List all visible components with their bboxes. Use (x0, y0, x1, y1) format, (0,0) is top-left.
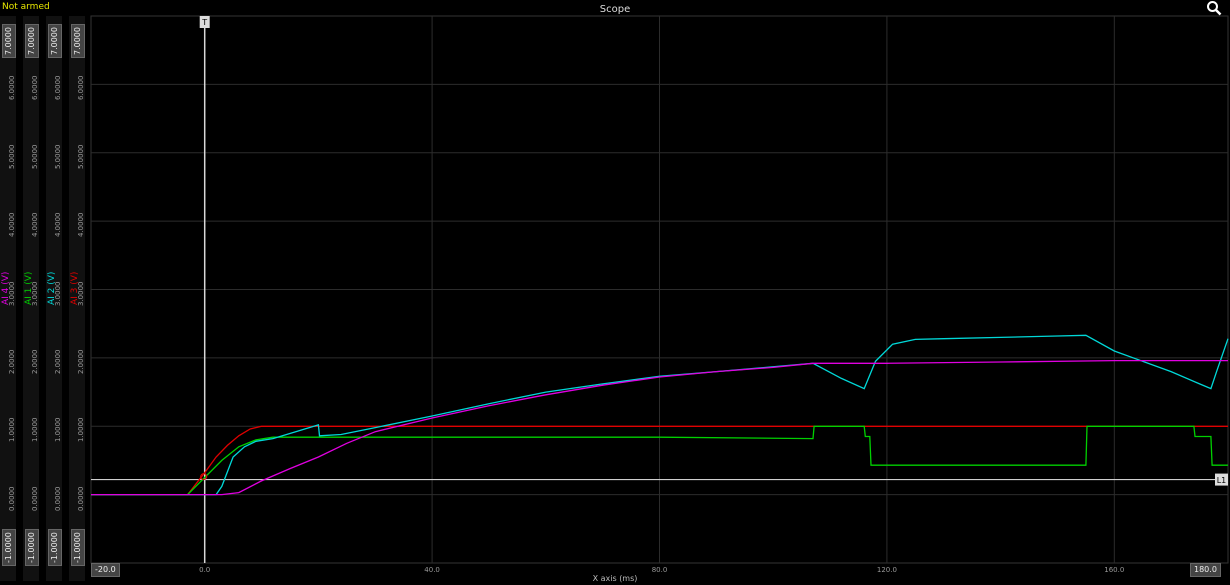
scope-plot[interactable]: L1 T (0, 0, 1230, 585)
x-axis-label: X axis (ms) (592, 574, 638, 583)
x-tick-label: 80.0 (651, 566, 668, 574)
x-tick-label: 40.0 (424, 566, 440, 574)
trigger-marker-label: T (201, 18, 207, 27)
x-tick-label: 0.0 (199, 566, 211, 574)
x-tick-label: 120.0 (876, 566, 897, 574)
level-marker-label: L1 (1217, 476, 1227, 485)
x-tick-label: 160.0 (1104, 566, 1125, 574)
